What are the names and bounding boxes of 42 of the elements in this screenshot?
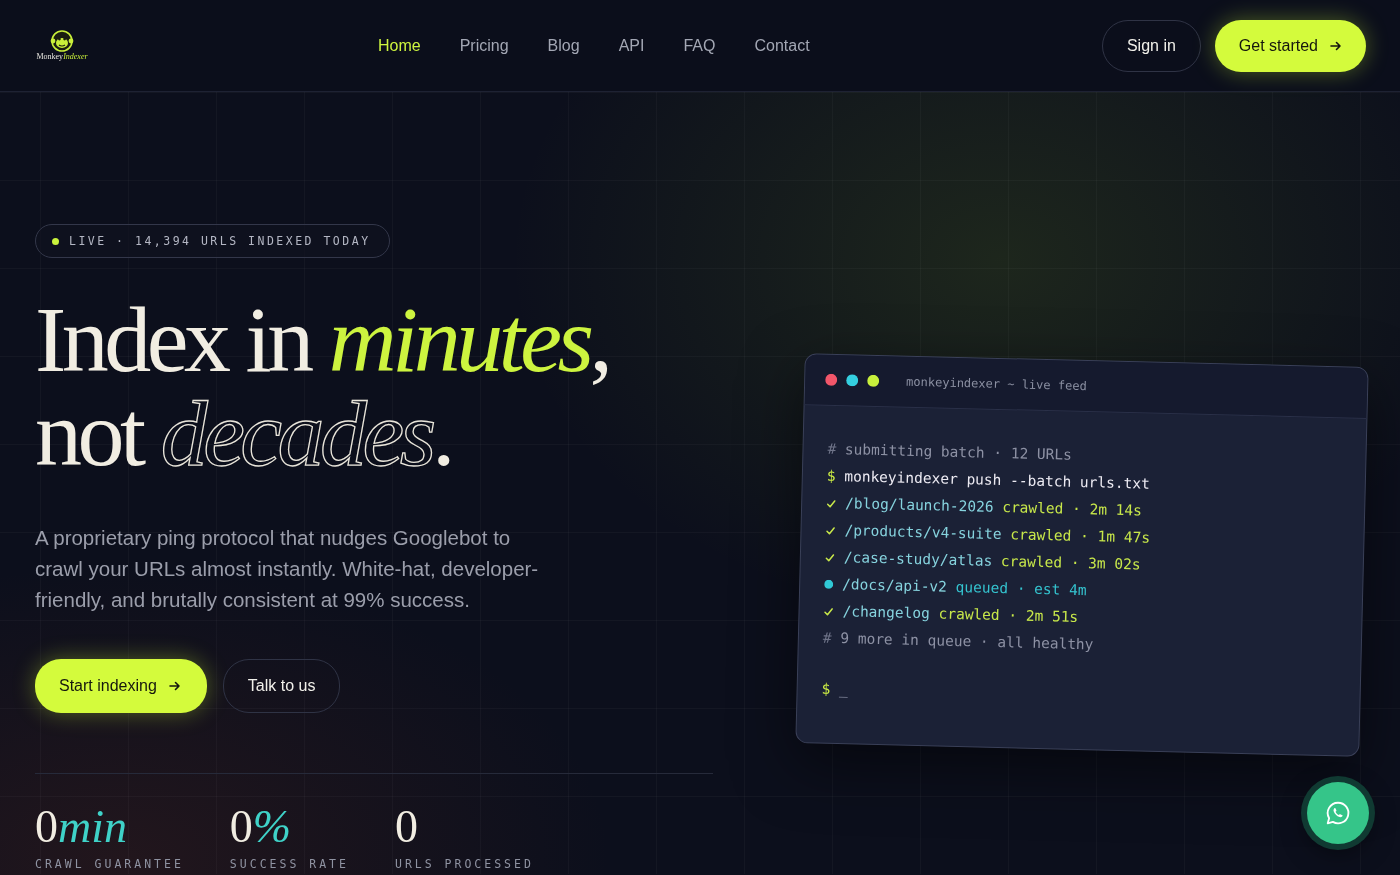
terminal-comment: # submitting batch · 12 URLs	[827, 439, 1073, 465]
get-started-button[interactable]: Get started	[1214, 19, 1366, 72]
stat-value: 0	[394, 804, 419, 850]
nav-link[interactable]: API	[618, 36, 645, 55]
nav-link[interactable]: Contact	[754, 36, 810, 55]
stat-label: SUCCESS RATE	[229, 858, 349, 871]
arrow-right-icon	[168, 680, 181, 692]
window-control-icon	[846, 374, 859, 387]
terminal-log-line: /blog/launch-2026 crawled · 2m 14s	[844, 494, 1143, 521]
live-dot-icon	[52, 237, 59, 245]
terminal-log-line: /changelog crawled · 2m 51s	[842, 602, 1079, 627]
live-status-text: LIVE · 14,394 URLS INDEXED TODAY	[69, 234, 371, 248]
status-dot-icon	[824, 579, 834, 589]
nav-link[interactable]: Blog	[547, 36, 580, 55]
nav-link[interactable]: FAQ	[683, 36, 716, 55]
logo-wordmark: MonkeyIndexer	[36, 53, 88, 61]
hero-description: A proprietary ping protocol that nudges Googlebot to crawl your URLs almost instantly. White-hat, developer-friendly, and brutally consistent at 99% success.	[35, 525, 540, 613]
check-icon	[824, 552, 835, 563]
stat-value: 0min	[35, 804, 128, 850]
check-icon	[823, 606, 834, 617]
terminal-prompt: $ _	[821, 679, 849, 700]
hero-headline: Index in minutes, not decades.	[35, 292, 609, 480]
start-indexing-button[interactable]: Start indexing	[35, 659, 207, 713]
arrow-right-icon	[1330, 39, 1342, 52]
talk-to-us-button[interactable]: Talk to us	[222, 659, 341, 713]
nav-link[interactable]: Pricing	[459, 36, 509, 55]
stat-value: 0%	[229, 804, 293, 850]
stat-label: URLS PROCESSED	[394, 858, 534, 871]
check-icon	[826, 498, 837, 509]
terminal-log-line: /docs/api-v2 queued · est 4m	[841, 575, 1087, 601]
monkey-face-icon[interactable]	[50, 30, 74, 52]
window-control-icon	[867, 374, 880, 387]
terminal-title: monkeyindexer ~ live feed	[906, 374, 1087, 394]
terminal-command: $ monkeyindexer push --batch urls.txt	[826, 466, 1151, 494]
nav-link[interactable]: Home	[378, 36, 421, 55]
terminal-log-line: /case-study/atlas crawled · 3m 02s	[843, 548, 1141, 575]
terminal-log-line: /products/v4-suite crawled · 1m 47s	[844, 521, 1151, 548]
terminal-comment: # 9 more in queue · all healthy	[822, 628, 1094, 655]
window-control-icon	[825, 373, 838, 386]
check-icon	[825, 525, 836, 536]
chat-bubble-icon	[1325, 800, 1351, 826]
stat-label: CRAWL GUARANTEE	[35, 858, 184, 871]
